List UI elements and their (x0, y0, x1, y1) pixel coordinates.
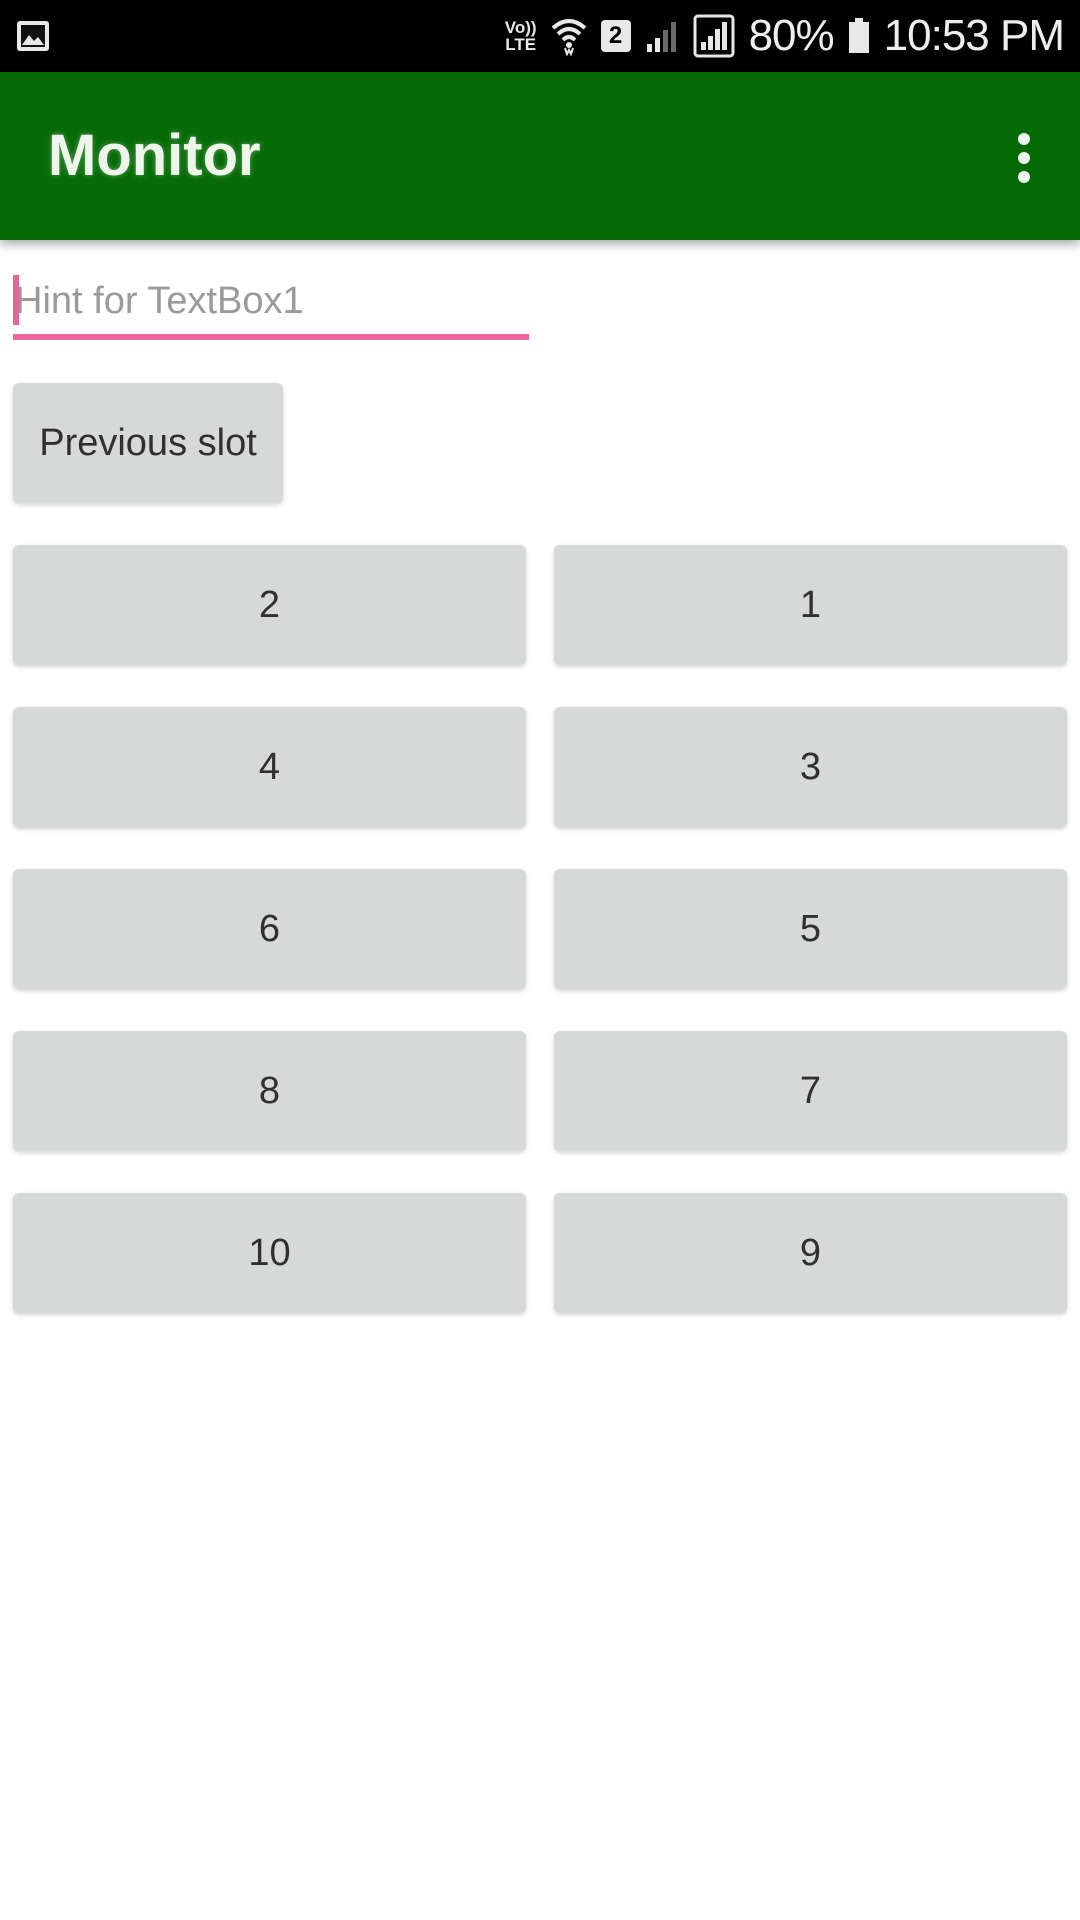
slot-button-6[interactable]: 6 (13, 869, 526, 989)
slot-label: 9 (799, 1231, 822, 1274)
slot-button-9[interactable]: 9 (554, 1193, 1067, 1313)
image-icon (17, 21, 49, 51)
previous-slot-button[interactable]: Previous slot (13, 383, 283, 503)
app-bar: Monitor (0, 72, 1080, 240)
slot-label: 1 (799, 583, 822, 626)
menu-dot (1018, 171, 1030, 183)
text-cursor (13, 275, 19, 325)
slot-label: 5 (799, 907, 822, 950)
slot-button-1[interactable]: 1 (554, 545, 1067, 665)
status-clock: 10:53 PM (883, 11, 1065, 60)
slot-button-2[interactable]: 2 (13, 545, 526, 665)
menu-dot (1018, 152, 1030, 164)
menu-dot (1018, 133, 1030, 145)
slot-label: 3 (799, 745, 822, 788)
previous-slot-label: Previous slot (39, 421, 257, 464)
slot-button-10[interactable]: 10 (13, 1193, 526, 1313)
signal-strong-icon (693, 14, 735, 58)
signal-weak-icon (646, 22, 676, 52)
volte-bottom-label: LTE (505, 35, 537, 54)
textbox1-input[interactable] (13, 268, 529, 340)
battery-icon (848, 18, 869, 53)
slot-button-5[interactable]: 5 (554, 869, 1067, 989)
app-title: Monitor (48, 123, 261, 188)
battery-percent: 80% (748, 11, 835, 60)
slot-label: 2 (258, 583, 281, 626)
slot-label: 8 (258, 1069, 281, 1112)
more-vert-icon[interactable] (996, 122, 1052, 194)
slot-button-3[interactable]: 3 (554, 707, 1067, 827)
slot-button-4[interactable]: 4 (13, 707, 526, 827)
sim-slot-badge: 2 (600, 20, 631, 52)
volte-top-label: Vo)) (504, 18, 537, 37)
slot-label: 4 (258, 745, 281, 788)
slot-button-7[interactable]: 7 (554, 1031, 1067, 1151)
slot-label: 6 (258, 907, 281, 950)
slot-label: 10 (248, 1231, 291, 1274)
slot-button-8[interactable]: 8 (13, 1031, 526, 1151)
wifi-icon (551, 19, 586, 56)
status-bar: Vo)) LTE 2 80% 10:53 PM (0, 0, 1080, 72)
volte-indicator: Vo)) LTE (505, 19, 537, 53)
slot-label: 7 (799, 1069, 822, 1112)
